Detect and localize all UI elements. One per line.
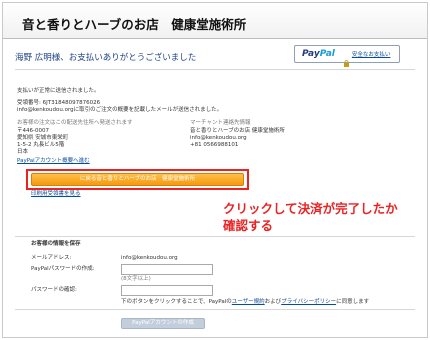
- agreement-middle: および: [264, 299, 282, 305]
- email-value: info@kenkoudou.org: [121, 255, 178, 261]
- annotation-line-2: 確認する: [223, 218, 274, 233]
- paypal-safety-badge[interactable]: PayPal 安全なお支払い: [294, 45, 400, 67]
- password-confirm-label: パスワードの確認:: [31, 287, 77, 293]
- divider: [15, 309, 415, 310]
- password-hint: (8文字以上): [121, 276, 151, 282]
- receipt-id: 受領番号: 6JT31848097876026: [17, 100, 101, 106]
- shipping-postal: 〒446-0007: [17, 128, 49, 134]
- divider: [15, 236, 415, 237]
- paypal-account-link[interactable]: PayPalアカウント概要へ進む: [17, 158, 90, 165]
- payment-sent-notice: 支払いが正常に送信されました。: [17, 88, 100, 94]
- merchant-name: 音と香りとハーブのお店 健康堂施術所: [190, 128, 285, 134]
- annotation-line-1: クリックして決済が完了したか: [223, 201, 398, 216]
- print-receipt-link[interactable]: 印刷用受領書を見る: [31, 191, 81, 198]
- paypal-logo-pal: Pal: [319, 49, 335, 59]
- privacy-policy-link[interactable]: プライバシーポリシー: [281, 299, 336, 305]
- safe-payment-link[interactable]: 安全なお支払い: [352, 50, 391, 58]
- shipping-country: 日本: [17, 149, 29, 155]
- lock-icon: [343, 52, 350, 67]
- highlight-box: [26, 169, 249, 190]
- merchant-email: info@kenkoudou.org: [190, 135, 247, 141]
- merchant-phone: +81 0566988101: [190, 142, 239, 148]
- agreement-suffix: に同意します: [336, 299, 370, 305]
- shop-title: 音と香りとハーブのお店 健康堂施術所: [22, 17, 247, 32]
- merchant-heading: マーチャント連絡先情報: [190, 120, 251, 126]
- agreement-prefix: 下のボタンをクリックすることで、PayPalの: [121, 299, 232, 305]
- shipping-address-2: 1-5-2 丸長ビル5階: [17, 142, 65, 148]
- save-info-heading: お客様の情報を保存: [31, 241, 81, 247]
- password-create-label: PayPalパスワードの作成:: [31, 266, 95, 272]
- agreement-text: 下のボタンをクリックすることで、PayPalのユーザー規約およびプライバシーポリ…: [121, 299, 369, 306]
- browser-frame: 音と香りとハーブのお店 健康堂施術所 海野 広明様、お支払いありがとうございまし…: [2, 2, 428, 338]
- password-confirm-input[interactable]: [121, 285, 213, 296]
- password-create-input[interactable]: [121, 264, 213, 275]
- email-label: メールアドレス:: [31, 255, 72, 261]
- shipping-heading: お客様の注文はこの配送先住所へ発送されます: [17, 120, 133, 126]
- create-paypal-account-button[interactable]: PayPalアカウントの作成: [121, 318, 205, 329]
- paypal-logo-pay: Pay: [302, 49, 320, 59]
- divider: [15, 69, 415, 70]
- annotation-callout: クリックして決済が完了したか 確認する: [223, 200, 398, 234]
- thanks-message: 海野 広明様、お支払いありがとうございました: [15, 53, 197, 63]
- user-agreement-link[interactable]: ユーザー規約: [232, 299, 265, 305]
- email-notice: info@kenkoudou.orgに取引のご注文の概要を記載したメールが送信さ…: [17, 107, 223, 113]
- shop-header: 音と香りとハーブのお店 健康堂施術所: [3, 3, 427, 39]
- paypal-logo: PayPal: [302, 49, 335, 59]
- shipping-address-1: 愛知県 安城市東栄町: [17, 135, 69, 141]
